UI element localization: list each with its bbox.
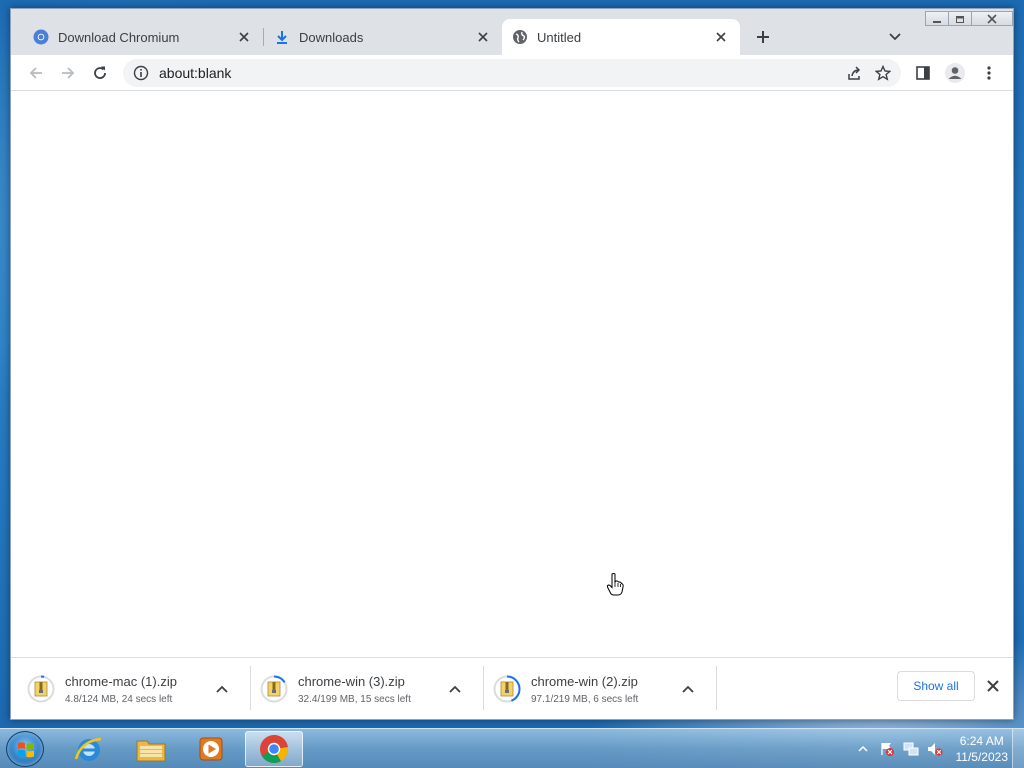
chevron-up-icon bbox=[682, 685, 694, 693]
clock[interactable]: 6:24 AM 11/5/2023 bbox=[956, 733, 1009, 765]
info-icon[interactable] bbox=[133, 65, 149, 81]
reload-icon bbox=[94, 66, 106, 79]
download-filename: chrome-mac (1).zip bbox=[65, 673, 177, 689]
taskbar-file-explorer[interactable] bbox=[122, 731, 180, 767]
chevron-down-icon bbox=[889, 33, 901, 41]
media-player-icon bbox=[199, 737, 223, 761]
tab-downloads[interactable]: Downloads bbox=[264, 19, 502, 55]
volume-muted-icon[interactable] bbox=[926, 740, 944, 758]
taskbar-chrome[interactable] bbox=[245, 731, 303, 767]
share-button[interactable] bbox=[843, 61, 867, 85]
close-icon bbox=[239, 32, 249, 42]
download-item[interactable]: chrome-win (2).zip 97.1/219 MB, 6 secs l… bbox=[477, 658, 710, 720]
tab-title: Downloads bbox=[299, 29, 364, 45]
network-icon[interactable] bbox=[902, 740, 920, 758]
menu-button[interactable] bbox=[975, 59, 1003, 87]
close-shelf-button[interactable] bbox=[981, 674, 1005, 698]
download-arrow-icon bbox=[274, 29, 290, 45]
tab-close-button[interactable] bbox=[474, 28, 492, 46]
taskbar: 6:24 AM 11/5/2023 bbox=[0, 728, 1024, 768]
clock-time: 6:24 AM bbox=[959, 734, 1004, 748]
action-center-icon[interactable] bbox=[878, 740, 896, 758]
download-options-button[interactable] bbox=[443, 677, 467, 701]
new-tab-button[interactable] bbox=[751, 25, 775, 49]
tab-untitled[interactable]: Untitled bbox=[502, 19, 740, 55]
chrome-icon bbox=[260, 734, 289, 764]
tab-title: Untitled bbox=[537, 29, 582, 45]
chevron-up-icon bbox=[857, 746, 868, 752]
plus-icon bbox=[757, 31, 769, 43]
tab-close-button[interactable] bbox=[235, 28, 253, 46]
forward-arrow-icon bbox=[62, 67, 75, 79]
chromium-favicon-icon bbox=[33, 29, 49, 45]
hand-cursor-icon bbox=[606, 573, 624, 596]
browser-toolbar: about:blank bbox=[11, 55, 1013, 91]
forward-button[interactable] bbox=[54, 59, 82, 87]
windows-logo-icon bbox=[18, 742, 34, 758]
tab-title: Download Chromium bbox=[58, 29, 180, 45]
clock-date: 11/5/2023 bbox=[955, 750, 1009, 764]
close-icon bbox=[716, 32, 726, 42]
avatar-icon bbox=[945, 63, 965, 83]
omnibox[interactable]: about:blank bbox=[123, 59, 901, 87]
internet-explorer-icon bbox=[74, 737, 102, 761]
taskbar-media-player[interactable] bbox=[182, 731, 240, 767]
close-icon bbox=[987, 680, 999, 692]
back-arrow-icon bbox=[29, 67, 42, 79]
share-icon bbox=[848, 66, 861, 80]
zip-file-progress-icon bbox=[260, 675, 288, 703]
tab-download-chromium[interactable]: Download Chromium bbox=[11, 19, 263, 55]
show-hidden-icons-button[interactable] bbox=[854, 740, 872, 758]
reload-button[interactable] bbox=[86, 59, 114, 87]
close-icon bbox=[478, 32, 488, 42]
tab-search-button[interactable] bbox=[885, 27, 905, 47]
system-tray: 6:24 AM 11/5/2023 bbox=[848, 733, 1009, 765]
download-status: 32.4/199 MB, 15 secs left bbox=[298, 693, 411, 705]
globe-icon bbox=[512, 29, 528, 45]
download-separator bbox=[716, 666, 717, 710]
url-text[interactable]: about:blank bbox=[159, 65, 231, 81]
download-info: chrome-win (3).zip 32.4/199 MB, 15 secs … bbox=[298, 674, 443, 705]
file-explorer-icon bbox=[136, 740, 166, 762]
page-content[interactable] bbox=[11, 91, 1013, 657]
start-button[interactable] bbox=[6, 731, 44, 767]
download-info: chrome-win (2).zip 97.1/219 MB, 6 secs l… bbox=[531, 674, 676, 705]
taskbar-internet-explorer[interactable] bbox=[60, 731, 118, 767]
show-all-button[interactable]: Show all bbox=[897, 671, 975, 701]
omnibox-actions bbox=[843, 61, 895, 85]
tab-close-button[interactable] bbox=[712, 28, 730, 46]
download-options-button[interactable] bbox=[676, 677, 700, 701]
download-item[interactable]: chrome-mac (1).zip 4.8/124 MB, 24 secs l… bbox=[11, 658, 244, 720]
side-panel-button[interactable] bbox=[909, 59, 937, 87]
download-item[interactable]: chrome-win (3).zip 32.4/199 MB, 15 secs … bbox=[244, 658, 477, 720]
download-filename: chrome-win (3).zip bbox=[298, 673, 405, 689]
download-info: chrome-mac (1).zip 4.8/124 MB, 24 secs l… bbox=[65, 674, 210, 705]
kebab-menu-icon bbox=[987, 66, 991, 80]
browser-window: Download Chromium Downloads Untitled abo… bbox=[10, 8, 1014, 720]
bookmark-button[interactable] bbox=[871, 61, 895, 85]
download-filename: chrome-win (2).zip bbox=[531, 673, 638, 689]
download-shelf: chrome-mac (1).zip 4.8/124 MB, 24 secs l… bbox=[11, 657, 1013, 719]
download-status: 4.8/124 MB, 24 secs left bbox=[65, 693, 173, 705]
download-status: 97.1/219 MB, 6 secs left bbox=[531, 693, 639, 705]
profile-button[interactable] bbox=[941, 59, 969, 87]
tab-strip: Download Chromium Downloads Untitled bbox=[11, 9, 1013, 55]
zip-file-progress-icon bbox=[493, 675, 521, 703]
side-panel-icon bbox=[916, 66, 930, 80]
download-options-button[interactable] bbox=[210, 677, 234, 701]
chevron-up-icon bbox=[449, 685, 461, 693]
zip-file-progress-icon bbox=[27, 675, 55, 703]
show-desktop-button[interactable] bbox=[1012, 729, 1024, 768]
back-button[interactable] bbox=[22, 59, 50, 87]
chevron-up-icon bbox=[216, 685, 228, 693]
star-icon bbox=[875, 65, 891, 81]
